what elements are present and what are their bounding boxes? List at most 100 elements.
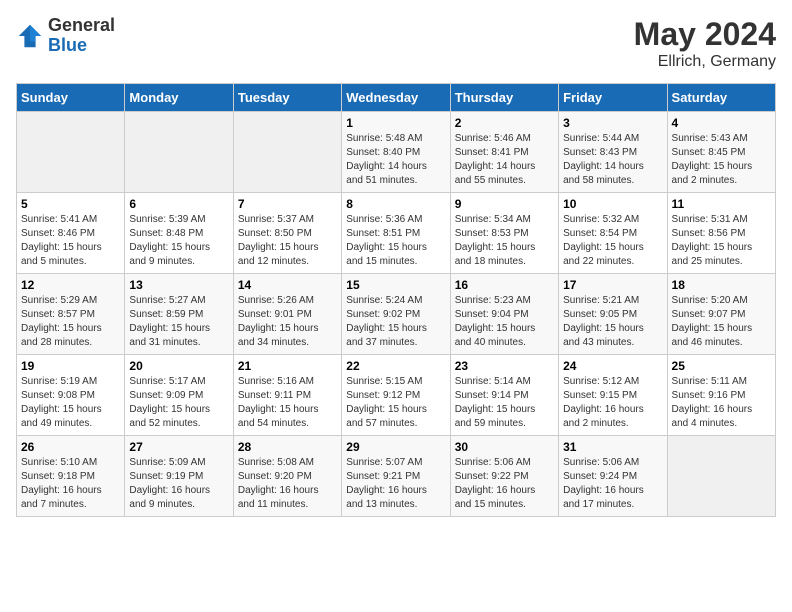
day-cell: 28 Sunrise: 5:08 AMSunset: 9:20 PMDayligh… [233, 436, 341, 517]
day-info: Sunrise: 5:29 AMSunset: 8:57 PMDaylight:… [21, 294, 120, 350]
day-info: Sunrise: 5:24 AMSunset: 9:02 PMDaylight:… [346, 294, 445, 350]
day-cell [17, 112, 125, 193]
day-info: Sunrise: 5:14 AMSunset: 9:14 PMDaylight:… [455, 375, 554, 431]
day-number: 26 [21, 440, 120, 454]
week-row-1: 1Sunrise: 5:48 AMSunset: 8:40 PMDaylight… [17, 112, 776, 193]
day-info: Sunrise: 5:19 AMSunset: 9:08 PMDaylight:… [21, 375, 120, 431]
day-info: Sunrise: 5:20 AMSunset: 9:07 PMDaylight:… [672, 294, 771, 350]
day-cell [667, 436, 775, 517]
day-number: 14 [238, 278, 337, 292]
day-info: Sunrise: 5:17 AMSunset: 9:09 PMDaylight:… [129, 375, 228, 431]
day-number: 31 [563, 440, 662, 454]
day-cell: 31 Sunrise: 5:06 AMSunset: 9:24 PMDayligh… [559, 436, 667, 517]
week-row-5: 26 Sunrise: 5:10 AMSunset: 9:18 PMDayligh… [17, 436, 776, 517]
day-cell: 19Sunrise: 5:19 AMSunset: 9:08 PMDayligh… [17, 355, 125, 436]
day-cell: 5 Sunrise: 5:41 AMSunset: 8:46 PMDaylight… [17, 193, 125, 274]
header-cell-friday: Friday [559, 84, 667, 112]
day-number: 27 [129, 440, 228, 454]
day-info: Sunrise: 5:43 AMSunset: 8:45 PMDaylight:… [672, 132, 771, 188]
day-cell: 3Sunrise: 5:44 AMSunset: 8:43 PMDaylight… [559, 112, 667, 193]
logo-text: General Blue [48, 16, 115, 56]
day-info: Sunrise: 5:32 AMSunset: 8:54 PMDaylight:… [563, 213, 662, 269]
day-cell [125, 112, 233, 193]
day-cell: 16 Sunrise: 5:23 AMSunset: 9:04 PMDayligh… [450, 274, 558, 355]
day-number: 5 [21, 197, 120, 211]
day-number: 7 [238, 197, 337, 211]
day-info: Sunrise: 5:31 AMSunset: 8:56 PMDaylight:… [672, 213, 771, 269]
day-cell: 10 Sunrise: 5:32 AMSunset: 8:54 PMDayligh… [559, 193, 667, 274]
title-block: May 2024 Ellrich, Germany [634, 16, 776, 71]
day-cell: 9 Sunrise: 5:34 AMSunset: 8:53 PMDaylight… [450, 193, 558, 274]
day-cell: 6 Sunrise: 5:39 AMSunset: 8:48 PMDaylight… [125, 193, 233, 274]
day-cell: 14 Sunrise: 5:26 AMSunset: 9:01 PMDayligh… [233, 274, 341, 355]
day-number: 22 [346, 359, 445, 373]
day-info: Sunrise: 5:06 AMSunset: 9:24 PMDaylight:… [563, 456, 662, 512]
logo: General Blue [16, 16, 115, 56]
day-info: Sunrise: 5:41 AMSunset: 8:46 PMDaylight:… [21, 213, 120, 269]
page-subtitle: Ellrich, Germany [634, 53, 776, 71]
day-cell: 11 Sunrise: 5:31 AMSunset: 8:56 PMDayligh… [667, 193, 775, 274]
header-row: SundayMondayTuesdayWednesdayThursdayFrid… [17, 84, 776, 112]
page-header: General Blue May 2024 Ellrich, Germany [16, 16, 776, 71]
day-number: 2 [455, 116, 554, 130]
day-info: Sunrise: 5:15 AMSunset: 9:12 PMDaylight:… [346, 375, 445, 431]
day-info: Sunrise: 5:08 AMSunset: 9:20 PMDaylight:… [238, 456, 337, 512]
day-number: 9 [455, 197, 554, 211]
day-cell: 17 Sunrise: 5:21 AMSunset: 9:05 PMDayligh… [559, 274, 667, 355]
day-info: Sunrise: 5:23 AMSunset: 9:04 PMDaylight:… [455, 294, 554, 350]
day-number: 11 [672, 197, 771, 211]
day-number: 20 [129, 359, 228, 373]
day-number: 16 [455, 278, 554, 292]
day-number: 28 [238, 440, 337, 454]
day-cell: 25 Sunrise: 5:11 AMSunset: 9:16 PMDayligh… [667, 355, 775, 436]
header-cell-saturday: Saturday [667, 84, 775, 112]
day-info: Sunrise: 5:21 AMSunset: 9:05 PMDaylight:… [563, 294, 662, 350]
day-cell: 2 Sunrise: 5:46 AMSunset: 8:41 PMDaylight… [450, 112, 558, 193]
day-info: Sunrise: 5:46 AMSunset: 8:41 PMDaylight:… [455, 132, 554, 188]
day-number: 1 [346, 116, 445, 130]
day-info: Sunrise: 5:16 AMSunset: 9:11 PMDaylight:… [238, 375, 337, 431]
day-number: 6 [129, 197, 228, 211]
day-info: Sunrise: 5:26 AMSunset: 9:01 PMDaylight:… [238, 294, 337, 350]
day-number: 21 [238, 359, 337, 373]
day-info: Sunrise: 5:36 AMSunset: 8:51 PMDaylight:… [346, 213, 445, 269]
day-cell: 18 Sunrise: 5:20 AMSunset: 9:07 PMDayligh… [667, 274, 775, 355]
day-info: Sunrise: 5:39 AMSunset: 8:48 PMDaylight:… [129, 213, 228, 269]
day-info: Sunrise: 5:06 AMSunset: 9:22 PMDaylight:… [455, 456, 554, 512]
day-cell: 12Sunrise: 5:29 AMSunset: 8:57 PMDayligh… [17, 274, 125, 355]
header-cell-tuesday: Tuesday [233, 84, 341, 112]
day-info: Sunrise: 5:44 AMSunset: 8:43 PMDaylight:… [563, 132, 662, 188]
day-number: 18 [672, 278, 771, 292]
day-info: Sunrise: 5:10 AMSunset: 9:18 PMDaylight:… [21, 456, 120, 512]
day-number: 30 [455, 440, 554, 454]
day-info: Sunrise: 5:34 AMSunset: 8:53 PMDaylight:… [455, 213, 554, 269]
day-info: Sunrise: 5:11 AMSunset: 9:16 PMDaylight:… [672, 375, 771, 431]
day-number: 8 [346, 197, 445, 211]
day-cell: 4 Sunrise: 5:43 AMSunset: 8:45 PMDaylight… [667, 112, 775, 193]
day-cell: 30 Sunrise: 5:06 AMSunset: 9:22 PMDayligh… [450, 436, 558, 517]
day-info: Sunrise: 5:27 AMSunset: 8:59 PMDaylight:… [129, 294, 228, 350]
day-cell: 13Sunrise: 5:27 AMSunset: 8:59 PMDayligh… [125, 274, 233, 355]
day-info: Sunrise: 5:07 AMSunset: 9:21 PMDaylight:… [346, 456, 445, 512]
header-cell-thursday: Thursday [450, 84, 558, 112]
day-cell: 24 Sunrise: 5:12 AMSunset: 9:15 PMDayligh… [559, 355, 667, 436]
day-number: 24 [563, 359, 662, 373]
day-number: 17 [563, 278, 662, 292]
day-cell: 15 Sunrise: 5:24 AMSunset: 9:02 PMDayligh… [342, 274, 450, 355]
day-cell: 8 Sunrise: 5:36 AMSunset: 8:51 PMDaylight… [342, 193, 450, 274]
day-cell: 29Sunrise: 5:07 AMSunset: 9:21 PMDayligh… [342, 436, 450, 517]
header-cell-wednesday: Wednesday [342, 84, 450, 112]
calendar-body: 1Sunrise: 5:48 AMSunset: 8:40 PMDaylight… [17, 112, 776, 517]
logo-general: General [48, 15, 115, 35]
day-number: 25 [672, 359, 771, 373]
page-title: May 2024 [634, 16, 776, 53]
day-cell: 23Sunrise: 5:14 AMSunset: 9:14 PMDayligh… [450, 355, 558, 436]
day-number: 15 [346, 278, 445, 292]
logo-blue: Blue [48, 35, 87, 55]
day-info: Sunrise: 5:12 AMSunset: 9:15 PMDaylight:… [563, 375, 662, 431]
day-info: Sunrise: 5:37 AMSunset: 8:50 PMDaylight:… [238, 213, 337, 269]
day-info: Sunrise: 5:09 AMSunset: 9:19 PMDaylight:… [129, 456, 228, 512]
week-row-3: 12Sunrise: 5:29 AMSunset: 8:57 PMDayligh… [17, 274, 776, 355]
day-number: 4 [672, 116, 771, 130]
day-number: 10 [563, 197, 662, 211]
